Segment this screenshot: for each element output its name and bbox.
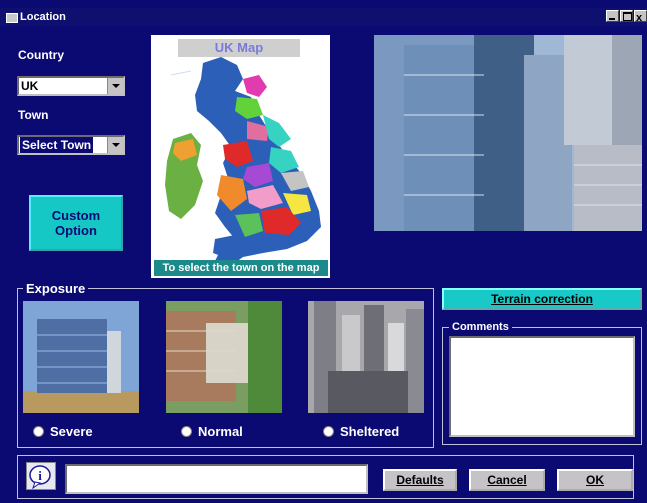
title-bar: Location x <box>0 8 647 26</box>
exposure-legend: Exposure <box>23 281 89 296</box>
country-value: UK <box>21 79 39 93</box>
building-photo-icon <box>374 35 642 231</box>
comments-textarea[interactable] <box>449 336 635 437</box>
window-icon <box>6 13 18 23</box>
custom-option-button[interactable]: Custom Option <box>29 195 123 251</box>
status-message-field[interactable] <box>65 464 368 494</box>
terrain-correction-button[interactable]: Terrain correction <box>442 288 642 310</box>
chevron-down-icon[interactable] <box>107 137 123 153</box>
close-icon[interactable]: x <box>634 10 647 24</box>
severe-label: Severe <box>50 424 93 439</box>
country-label: Country <box>18 48 64 62</box>
country-select[interactable]: UK <box>17 76 125 96</box>
defaults-label: Defaults <box>396 473 444 487</box>
severe-image[interactable] <box>23 301 139 413</box>
maximize-icon[interactable] <box>620 10 633 22</box>
location-window: Location x Country UK Town Select Town C… <box>0 0 647 503</box>
town-value: Select Town <box>20 137 94 153</box>
normal-building-icon <box>166 301 282 413</box>
ok-button[interactable]: OK <box>557 469 633 491</box>
normal-image[interactable] <box>166 301 282 413</box>
severe-building-icon <box>23 301 139 413</box>
map-caption: To select the town on the map <box>154 260 328 276</box>
sheltered-image[interactable] <box>308 301 424 413</box>
terrain-label: Terrain correction <box>491 292 593 306</box>
town-label: Town <box>18 108 49 122</box>
uk-map-icon[interactable] <box>151 35 330 278</box>
radio-dot-icon[interactable] <box>323 426 334 437</box>
defaults-button[interactable]: Defaults <box>383 469 457 491</box>
uk-map-panel[interactable]: UK Map To select the town on the map <box>151 35 330 278</box>
normal-radio[interactable]: Normal <box>181 424 243 439</box>
svg-text:i: i <box>38 468 42 483</box>
town-select[interactable]: Select Town <box>17 135 125 155</box>
comments-legend: Comments <box>449 321 512 333</box>
severe-radio[interactable]: Severe <box>33 424 93 439</box>
radio-dot-icon[interactable] <box>33 426 44 437</box>
custom-option-line1: Custom <box>51 208 101 223</box>
sheltered-city-icon <box>308 301 424 413</box>
cancel-label: Cancel <box>487 473 527 487</box>
window-title: Location <box>20 11 66 23</box>
city-photo <box>374 35 642 231</box>
sheltered-radio[interactable]: Sheltered <box>323 424 399 439</box>
info-bubble-icon: i <box>29 465 51 490</box>
normal-label: Normal <box>198 424 243 439</box>
radio-dot-icon[interactable] <box>181 426 192 437</box>
minimize-icon[interactable] <box>606 10 619 22</box>
ok-label: OK <box>586 473 604 487</box>
map-title: UK Map <box>178 39 300 57</box>
info-icon: i <box>26 462 56 490</box>
custom-option-line2: Option <box>55 223 97 238</box>
chevron-down-icon[interactable] <box>107 78 123 94</box>
cancel-button[interactable]: Cancel <box>469 469 545 491</box>
sheltered-label: Sheltered <box>340 424 400 439</box>
